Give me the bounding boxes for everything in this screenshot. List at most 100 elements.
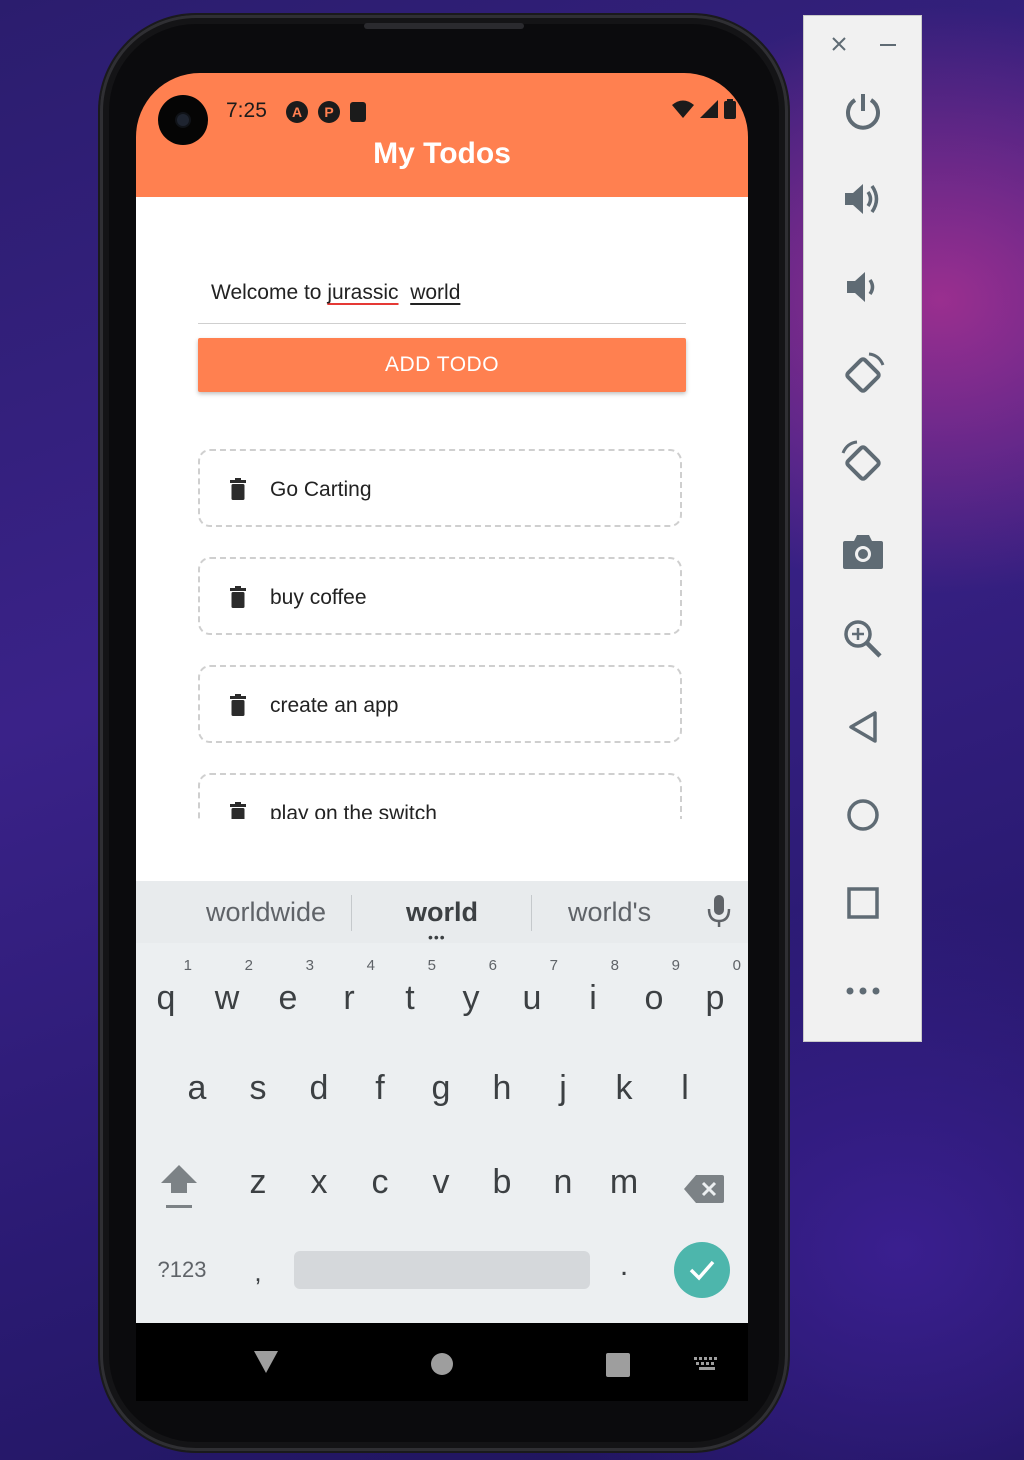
home-icon <box>847 799 879 831</box>
emulator-toolbar <box>803 15 922 1042</box>
key-s[interactable]: s <box>228 1069 288 1108</box>
checkmark-icon <box>689 1260 715 1281</box>
volume-down-button[interactable] <box>838 262 888 312</box>
key-label: t <box>405 979 415 1017</box>
key-p[interactable]: 0p <box>685 957 745 1018</box>
space-bar[interactable] <box>294 1251 590 1289</box>
key-hint: 2 <box>244 957 253 974</box>
suggestion-divider <box>531 895 532 931</box>
key-c[interactable]: c <box>350 1163 410 1202</box>
suggestion-left[interactable]: worldwide <box>206 897 326 928</box>
todo-label: play on the switch <box>270 802 437 819</box>
key-n[interactable]: n <box>533 1163 593 1202</box>
overview-button[interactable] <box>838 878 888 928</box>
key-hint: 8 <box>610 957 619 974</box>
add-todo-button[interactable]: ADD TODO <box>198 338 686 392</box>
key-e[interactable]: 3e <box>258 957 318 1018</box>
key-o[interactable]: 9o <box>624 957 684 1018</box>
suggestion-right[interactable]: world's <box>568 897 651 928</box>
key-k[interactable]: k <box>594 1069 654 1108</box>
volume-up-icon <box>845 184 879 214</box>
power-button[interactable] <box>838 86 888 136</box>
todo-label: Go Carting <box>270 478 372 501</box>
key-t[interactable]: 5t <box>380 957 440 1018</box>
key-f[interactable]: f <box>350 1069 410 1108</box>
nav-overview-icon[interactable] <box>606 1353 630 1377</box>
enter-key[interactable] <box>674 1242 730 1298</box>
todo-item: buy coffee <box>198 557 682 635</box>
camera-icon <box>843 535 883 569</box>
volume-down-icon <box>847 272 875 302</box>
suggestion-middle[interactable]: world <box>406 897 478 928</box>
microphone-icon[interactable] <box>706 895 732 929</box>
suggestion-more-icon: ••• <box>428 929 446 945</box>
key-hint: 4 <box>366 957 375 974</box>
composing-word: world <box>410 281 461 304</box>
key-x[interactable]: x <box>289 1163 349 1202</box>
keyboard-switch-icon[interactable] <box>694 1357 720 1371</box>
key-h[interactable]: h <box>472 1069 532 1108</box>
key-r[interactable]: 4r <box>319 957 379 1018</box>
key-j[interactable]: j <box>533 1069 593 1108</box>
input-gap <box>399 281 405 304</box>
key-b[interactable]: b <box>472 1163 532 1202</box>
trash-icon[interactable] <box>230 478 246 500</box>
zoom-button[interactable] <box>838 614 888 664</box>
phone-frame: 7:25 A P My Todos Welcome to jurassic wo… <box>100 15 788 1451</box>
close-icon[interactable] <box>831 36 847 52</box>
todo-input-text: Welcome to jurassic world <box>211 281 460 305</box>
phone-screen: 7:25 A P My Todos Welcome to jurassic wo… <box>136 73 748 1401</box>
volume-up-button[interactable] <box>838 174 888 224</box>
key-y[interactable]: 6y <box>441 957 501 1018</box>
key-z[interactable]: z <box>228 1163 288 1202</box>
todo-label: buy coffee <box>270 586 367 609</box>
nav-home-icon[interactable] <box>430 1352 454 1376</box>
wifi-icon <box>672 100 694 118</box>
rotate-left-button[interactable] <box>838 350 888 400</box>
key-hint: 3 <box>305 957 314 974</box>
rotate-right-icon <box>841 440 881 481</box>
earpiece-speaker <box>364 23 524 29</box>
key-v[interactable]: v <box>411 1163 471 1202</box>
rotate-right-button[interactable] <box>838 438 888 488</box>
more-button[interactable] <box>838 966 888 1016</box>
trash-icon[interactable] <box>230 802 246 819</box>
key-g[interactable]: g <box>411 1069 471 1108</box>
key-hint: 1 <box>183 957 192 974</box>
screenshot-button[interactable] <box>838 526 888 576</box>
nav-back-icon[interactable] <box>254 1351 278 1373</box>
todo-item: create an app <box>198 665 682 743</box>
key-w[interactable]: 2w <box>197 957 257 1018</box>
notification-p-icon: P <box>318 101 340 123</box>
period-key[interactable]: . <box>594 1249 654 1283</box>
key-d[interactable]: d <box>289 1069 349 1108</box>
back-button[interactable] <box>838 702 888 752</box>
power-icon <box>846 94 880 130</box>
home-button[interactable] <box>838 790 888 840</box>
key-l[interactable]: l <box>655 1069 715 1108</box>
comma-key[interactable]: , <box>228 1257 288 1288</box>
key-label: o <box>644 979 664 1017</box>
key-m[interactable]: m <box>594 1163 654 1202</box>
minimize-icon[interactable] <box>880 43 896 47</box>
key-u[interactable]: 7u <box>502 957 562 1018</box>
app-bar: 7:25 A P My Todos <box>136 73 748 197</box>
trash-icon[interactable] <box>230 586 246 608</box>
todo-item: Go Carting <box>198 449 682 527</box>
system-nav-bar <box>136 1323 748 1401</box>
key-label: e <box>278 979 298 1017</box>
notification-a-icon: A <box>286 101 308 123</box>
app-title: My Todos <box>373 137 511 170</box>
key-label: i <box>589 979 597 1017</box>
key-label: u <box>522 979 542 1017</box>
todo-input[interactable]: Welcome to jurassic world <box>198 267 686 324</box>
zoom-icon <box>844 620 882 658</box>
backspace-icon[interactable] <box>684 1175 724 1203</box>
key-i[interactable]: 8i <box>563 957 623 1018</box>
trash-icon[interactable] <box>230 694 246 716</box>
shift-icon[interactable] <box>158 1163 200 1211</box>
key-a[interactable]: a <box>167 1069 227 1108</box>
symbols-key[interactable]: ?123 <box>152 1257 212 1283</box>
key-q[interactable]: 1q <box>136 957 196 1018</box>
battery-icon <box>724 99 736 119</box>
